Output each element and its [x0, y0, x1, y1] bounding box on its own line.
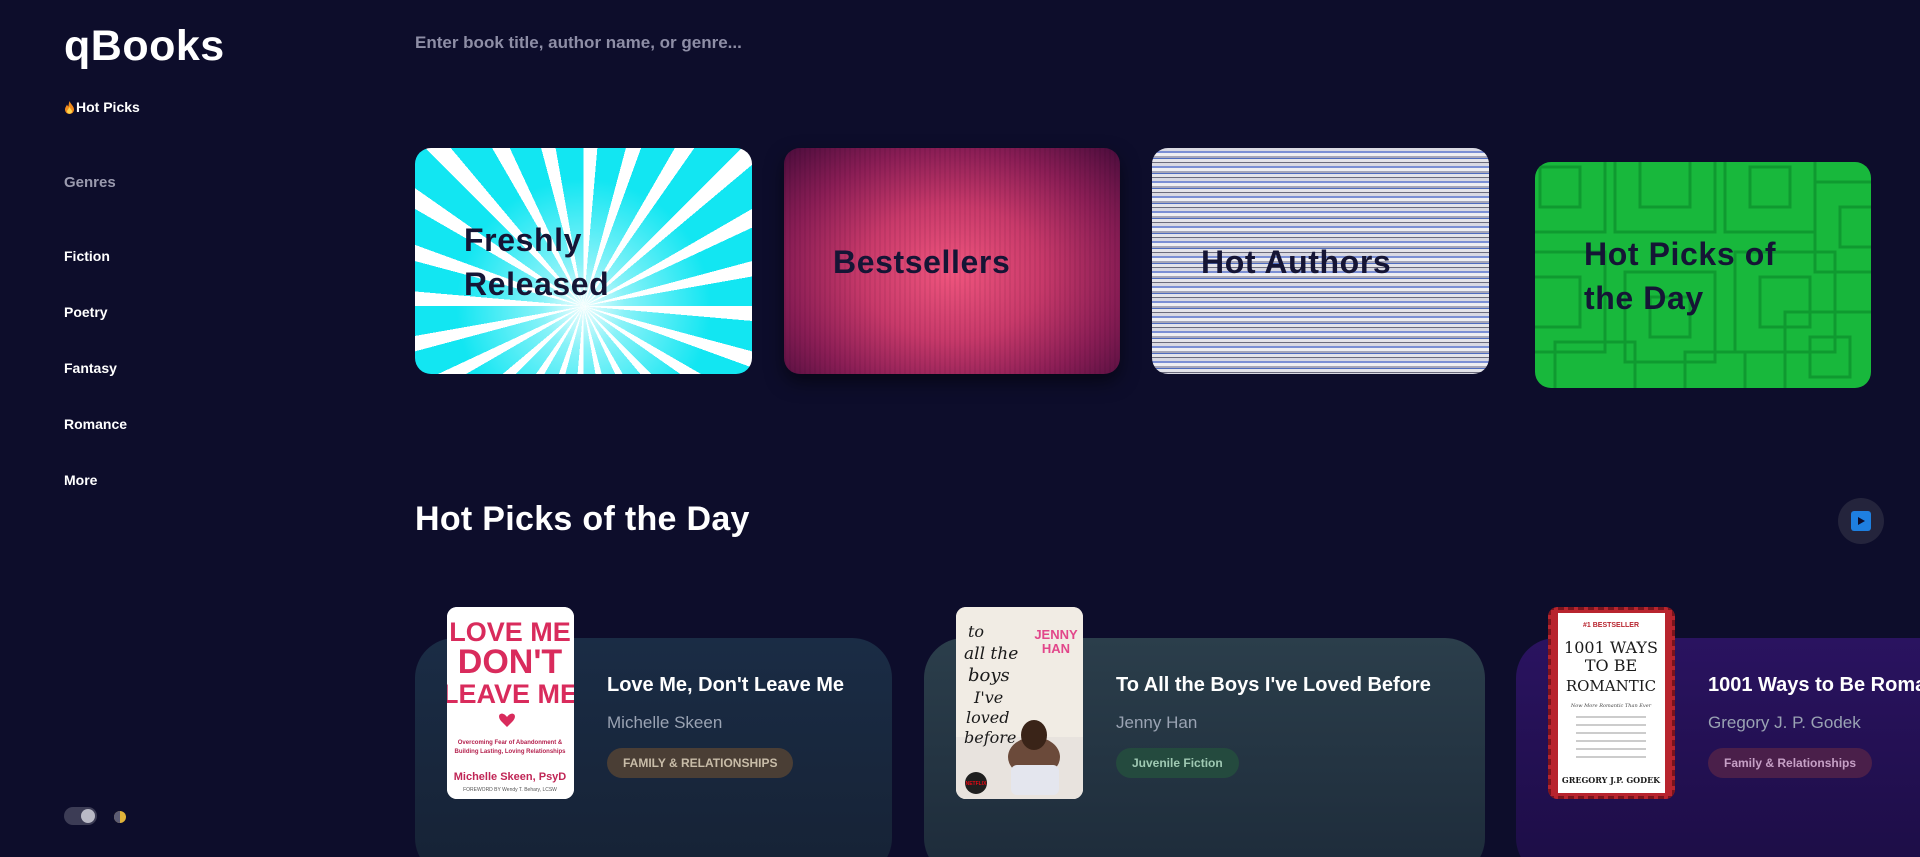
svg-text:DON'T: DON'T [458, 643, 563, 681]
sidebar-item-fiction[interactable]: Fiction [64, 248, 110, 264]
toggle-knob [81, 809, 95, 823]
svg-text:Michelle Skeen, PsyD: Michelle Skeen, PsyD [454, 771, 567, 783]
book-title[interactable]: To All the Boys I've Loved Before [1116, 674, 1431, 697]
category-label: Bestsellers [833, 244, 1011, 280]
svg-text:I've: I've [973, 688, 1003, 707]
theme-toggle[interactable] [64, 807, 97, 825]
book-cover[interactable]: LOVE ME DON'T LEAVE ME Overcoming Fear o… [447, 607, 574, 799]
book-author: Gregory J. P. Godek [1708, 713, 1861, 732]
book-cover[interactable]: #1 BESTSELLER 1001 WAYS TO BE ROMANTIC N… [1548, 607, 1675, 799]
svg-text:ROMANTIC: ROMANTIC [1566, 677, 1656, 695]
svg-text:HAN: HAN [1042, 641, 1070, 656]
sidebar-item-hot-picks[interactable]: Hot Picks [64, 99, 140, 115]
sidebar-item-fantasy[interactable]: Fantasy [64, 360, 117, 376]
category-card-hot-authors[interactable]: Hot Authors [1152, 148, 1489, 374]
category-card-bestsellers[interactable]: Bestsellers [784, 148, 1120, 374]
svg-text:LEAVE ME: LEAVE ME [447, 679, 574, 709]
sidebar-item-more[interactable]: More [64, 472, 97, 488]
category-card-freshly-released[interactable]: Freshly Released [415, 148, 752, 374]
moon-icon [114, 811, 126, 823]
book-title[interactable]: 1001 Ways to Be Romantic [1708, 674, 1920, 697]
sidebar-item-romance[interactable]: Romance [64, 416, 127, 432]
category-label: Hot Picks of the Day [1584, 236, 1777, 316]
svg-text:to: to [968, 622, 984, 641]
sidebar-item-poetry[interactable]: Poetry [64, 304, 108, 320]
book-cover-art: NETFLIX to all the boys I've loved befor… [956, 607, 1083, 799]
svg-text:TO BE: TO BE [1585, 656, 1637, 675]
genre-tag[interactable]: FAMILY & RELATIONSHIPS [607, 748, 794, 778]
book-author: Jenny Han [1116, 713, 1198, 732]
book-author: Michelle Skeen [607, 713, 723, 732]
book-cover-art: #1 BESTSELLER 1001 WAYS TO BE ROMANTIC N… [1548, 607, 1675, 799]
svg-text:#1 BESTSELLER: #1 BESTSELLER [1583, 622, 1639, 629]
svg-text:NETFLIX: NETFLIX [966, 781, 987, 787]
book-cover[interactable]: NETFLIX to all the boys I've loved befor… [956, 607, 1083, 799]
svg-text:Overcoming Fear of Abandonment: Overcoming Fear of Abandonment & [458, 740, 563, 746]
svg-text:before: before [964, 728, 1016, 747]
category-label: Freshly Released [464, 222, 610, 302]
category-card-hot-picks[interactable]: Hot Picks of the Day [1535, 162, 1871, 388]
genre-tag[interactable]: Family & Relationships [1708, 748, 1873, 778]
sidebar-item-label: Hot Picks [76, 99, 140, 115]
play-icon [1851, 511, 1871, 531]
svg-text:Building Lasting, Loving Relat: Building Lasting, Loving Relationships [455, 749, 567, 755]
play-button[interactable] [1838, 498, 1884, 544]
genre-tag[interactable]: Juvenile Fiction [1116, 748, 1239, 778]
book-cover-art: LOVE ME DON'T LEAVE ME Overcoming Fear o… [447, 607, 574, 799]
sidebar: qBooks Hot Picks Genres Fiction Poetry F… [0, 0, 380, 857]
svg-text:GREGORY J.P. GODEK: GREGORY J.P. GODEK [1562, 775, 1661, 785]
svg-text:FOREWORD BY Wendy T. Behary, L: FOREWORD BY Wendy T. Behary, LCSW [463, 787, 557, 793]
svg-text:Now More Romantic Than Ever: Now More Romantic Than Ever [1570, 703, 1652, 709]
category-label: Hot Authors [1201, 244, 1392, 280]
app-logo[interactable]: qBooks [64, 22, 225, 71]
svg-text:1001 WAYS: 1001 WAYS [1564, 638, 1658, 657]
book-title[interactable]: Love Me, Don't Leave Me [607, 674, 844, 697]
flame-icon [65, 100, 74, 114]
svg-text:all the: all the [964, 644, 1018, 664]
search-input[interactable] [415, 28, 1215, 58]
section-title: Hot Picks of the Day [415, 500, 750, 538]
svg-text:boys: boys [968, 665, 1010, 686]
genres-heading: Genres [64, 174, 116, 191]
svg-text:loved: loved [966, 708, 1010, 727]
svg-text:JENNY: JENNY [1034, 627, 1078, 642]
